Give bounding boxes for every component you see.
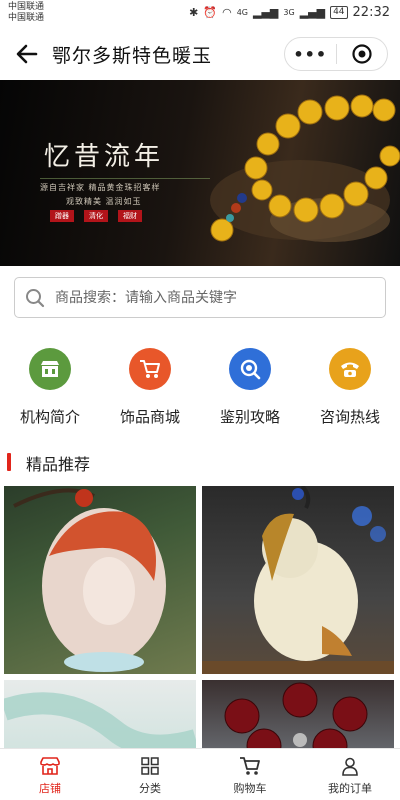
bead-bracelet-image bbox=[210, 94, 400, 242]
cart-icon bbox=[129, 348, 171, 390]
product-card[interactable] bbox=[202, 486, 394, 674]
banner-divider bbox=[40, 178, 210, 179]
banner-subtitle-2: 观致精美 温润如玉 bbox=[66, 197, 142, 206]
arrow-left-icon bbox=[16, 44, 38, 64]
wifi-icon: ◠ bbox=[222, 6, 232, 19]
tab-label: 分类 bbox=[139, 782, 161, 795]
phone-icon bbox=[329, 348, 371, 390]
page-title: 鄂尔多斯特色暖玉 bbox=[52, 45, 213, 67]
tab-label: 我的订单 bbox=[328, 782, 372, 795]
mini-program-capsule: ••• bbox=[284, 37, 388, 71]
cart-icon bbox=[240, 757, 260, 775]
tab-label: 店铺 bbox=[39, 782, 61, 795]
signal-icon: ▂▄▆ bbox=[253, 6, 279, 19]
close-button[interactable] bbox=[336, 43, 387, 65]
signal-icon-2: ▂▄▆ bbox=[299, 6, 326, 19]
tab-store[interactable]: 店铺 bbox=[0, 749, 100, 800]
alarm-icon: ⏰ bbox=[203, 6, 218, 19]
more-button[interactable]: ••• bbox=[285, 45, 336, 64]
category-label: 咨询热线 bbox=[319, 408, 380, 426]
section-accent-bar bbox=[7, 453, 11, 471]
back-button[interactable] bbox=[12, 39, 42, 69]
store-icon bbox=[40, 757, 60, 775]
banner-title: 忆昔流年 bbox=[44, 142, 165, 172]
banner-tag: 蹭器 bbox=[50, 210, 74, 222]
agate-pendant-image bbox=[13, 488, 166, 672]
bluetooth-icon: ✱ bbox=[189, 6, 199, 19]
tab-orders[interactable]: 我的订单 bbox=[300, 749, 400, 800]
category-guide[interactable]: 鉴别攻略 bbox=[200, 345, 300, 435]
section-title: 精品推荐 bbox=[26, 455, 91, 474]
category-nav: 机构简介 饰品商城 鉴别攻略 咨询热线 bbox=[0, 345, 400, 435]
product-card[interactable] bbox=[4, 486, 196, 674]
target-close-icon bbox=[352, 44, 372, 64]
store-icon bbox=[29, 348, 71, 390]
category-label: 鉴别攻略 bbox=[219, 408, 280, 426]
category-label: 机构简介 bbox=[19, 408, 80, 426]
tab-category[interactable]: 分类 bbox=[100, 749, 200, 800]
jade-buddha-image bbox=[202, 486, 394, 674]
carrier-1: 中国联通 bbox=[8, 2, 45, 12]
category-about[interactable]: 机构简介 bbox=[0, 345, 100, 435]
magnifier-icon bbox=[229, 348, 271, 390]
search-icon bbox=[26, 289, 45, 308]
carrier-2: 中国联通 bbox=[8, 13, 45, 23]
category-hotline[interactable]: 咨询热线 bbox=[300, 345, 400, 435]
banner-tags: 蹭器 清化 福财 bbox=[50, 210, 142, 222]
category-label: 饰品商城 bbox=[119, 408, 180, 426]
grid-icon bbox=[141, 757, 159, 775]
battery-icon: 44 bbox=[330, 6, 348, 19]
banner-tag: 福财 bbox=[118, 210, 142, 222]
search-bar[interactable] bbox=[14, 277, 386, 318]
status-icons: ✱ ⏰ ◠ 4G ▂▄▆ 3G ▂▄▆ 44 22:32 bbox=[189, 5, 390, 20]
nav-bar: 鄂尔多斯特色暖玉 ••• bbox=[0, 28, 400, 80]
bottom-tab-bar: 店铺 分类 购物车 我的订单 bbox=[0, 748, 400, 800]
category-mall[interactable]: 饰品商城 bbox=[100, 345, 200, 435]
promo-banner[interactable]: 忆昔流年 源自吉祥家 精品黄金珠招客样 观致精美 温润如玉 蹭器 清化 福财 bbox=[0, 80, 400, 266]
carrier-info: 中国联通 中国联通 bbox=[8, 2, 44, 24]
status-bar: 中国联通 中国联通 ✱ ⏰ ◠ 4G ▂▄▆ 3G ▂▄▆ 44 22:32 bbox=[0, 0, 400, 28]
network-type-1: 4G bbox=[236, 8, 248, 17]
banner-subtitle-1: 源自吉祥家 精品黄金珠招客样 bbox=[40, 183, 161, 192]
banner-tag: 清化 bbox=[84, 210, 108, 222]
tab-cart[interactable]: 购物车 bbox=[200, 749, 300, 800]
tab-label: 购物车 bbox=[233, 782, 267, 795]
user-icon bbox=[342, 757, 358, 776]
section-header: 精品推荐 bbox=[0, 450, 400, 474]
clock: 22:32 bbox=[352, 5, 390, 20]
network-type-2: 3G bbox=[283, 8, 295, 17]
search-input[interactable] bbox=[55, 286, 375, 310]
